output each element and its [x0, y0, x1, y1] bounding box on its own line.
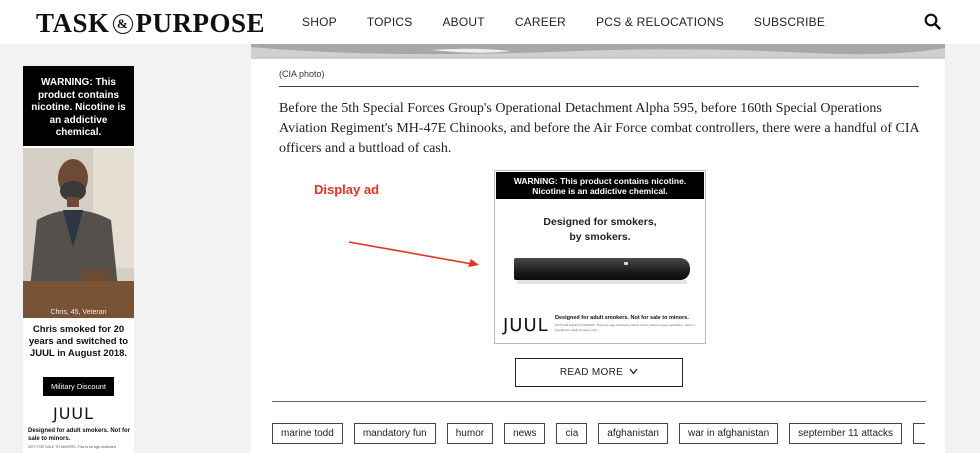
- sidebar-ad-story: Chris smoked for 20 years and switched t…: [28, 324, 129, 359]
- nav-shop[interactable]: SHOP: [302, 15, 337, 29]
- display-ad-warning-line1: WARNING: This product contains nicotine.: [513, 176, 687, 186]
- display-ad-warning-line2: Nicotine is an addictive chemical.: [532, 186, 668, 196]
- site-header: TASK & PURPOSE SHOP TOPICS ABOUT CAREER …: [0, 0, 980, 44]
- tag-mandatory-fun[interactable]: mandatory fun: [353, 423, 436, 444]
- nav-topics[interactable]: TOPICS: [367, 15, 413, 29]
- sidebar-ad-fineprint: NOT FOR SALE TO MINORS. This is an age-r…: [28, 445, 116, 449]
- tag-september-11-attacks[interactable]: september 11 attacks: [789, 423, 903, 444]
- main-nav: SHOP TOPICS ABOUT CAREER PCS & RELOCATIO…: [302, 15, 855, 29]
- nav-pcs-relocations[interactable]: PCS & RELOCATIONS: [596, 15, 724, 29]
- chevron-down-icon: [629, 368, 638, 375]
- display-ad-annotation: Display ad: [314, 182, 380, 197]
- tag-afghanistan[interactable]: afghanistan: [598, 423, 668, 444]
- divider: [272, 401, 926, 402]
- logo-ampersand: &: [112, 13, 133, 34]
- read-more-button[interactable]: READ MORE: [515, 358, 683, 387]
- sidebar-ad-photo: Chris, 45, Veteran: [23, 148, 134, 318]
- military-discount-button[interactable]: Military Discount: [43, 377, 114, 396]
- tag-war-in-afghanistan[interactable]: war in afghanistan: [678, 423, 779, 444]
- nav-about[interactable]: ABOUT: [442, 15, 484, 29]
- divider: [279, 86, 919, 87]
- display-ad-tagline: Designed for smokers, by smokers.: [495, 215, 705, 245]
- sidebar-ad-brand-logo: JUUL: [53, 404, 95, 423]
- search-icon[interactable]: [924, 13, 941, 30]
- display-ad-disclaimer: Designed for adult smokers. Not for sale…: [555, 315, 689, 321]
- tag-overflow[interactable]: [913, 423, 926, 444]
- logo-text-right: PURPOSE: [135, 8, 266, 38]
- read-more-label: READ MORE: [559, 367, 624, 378]
- hero-image-illustration: [251, 44, 945, 59]
- logo-text-left: TASK: [36, 8, 110, 38]
- nav-career[interactable]: CAREER: [515, 15, 566, 29]
- tag-humor[interactable]: humor: [446, 423, 494, 444]
- display-ad-brand-logo: JUUL: [503, 315, 549, 336]
- sidebar-ad-photo-caption: Chris, 45, Veteran: [50, 309, 107, 316]
- article-body: (CIA photo) Before the 5th Special Force…: [251, 59, 945, 453]
- hero-image-bottom: [251, 44, 945, 59]
- display-ad-warning: WARNING: This product contains nicotine.…: [496, 172, 704, 199]
- device-shadow: [517, 280, 687, 284]
- nav-subscribe[interactable]: SUBSCRIBE: [754, 15, 825, 29]
- annotation-arrow-icon: [348, 241, 479, 267]
- sidebar-ad-disclaimer: Designed for adult smokers. Not for sale…: [28, 428, 131, 442]
- tag-cia[interactable]: cia: [556, 423, 588, 444]
- display-ad-tagline-line2: by smokers.: [569, 231, 631, 243]
- tag-marine-todd[interactable]: marine todd: [272, 423, 343, 444]
- sidebar-ad[interactable]: WARNING: This product contains nicotine.…: [23, 66, 134, 453]
- person-illustration: [23, 148, 134, 318]
- display-ad-fineprint: NOT FOR SALE TO MINORS. This is an age-r…: [555, 323, 695, 332]
- tag-list: marine todd mandatory fun humor news cia…: [272, 423, 926, 444]
- sidebar-ad-warning: WARNING: This product contains nicotine.…: [23, 66, 134, 146]
- display-ad-tagline-line1: Designed for smokers,: [543, 216, 657, 228]
- site-logo[interactable]: TASK & PURPOSE: [36, 8, 265, 39]
- tag-news[interactable]: news: [504, 423, 546, 444]
- vape-device-image: [514, 258, 690, 280]
- photo-credit: (CIA photo): [279, 69, 325, 79]
- display-ad[interactable]: WARNING: This product contains nicotine.…: [494, 170, 706, 344]
- article-paragraph: Before the 5th Special Forces Group's Op…: [279, 101, 919, 156]
- device-indicator-light: [624, 262, 628, 265]
